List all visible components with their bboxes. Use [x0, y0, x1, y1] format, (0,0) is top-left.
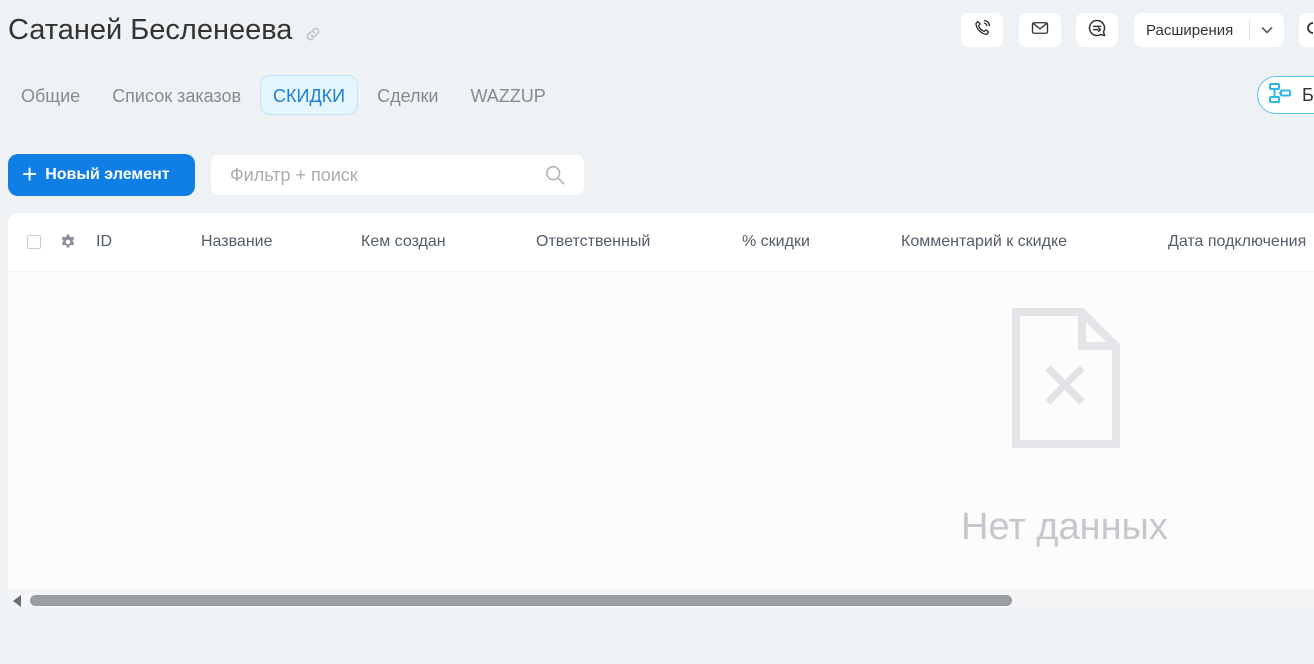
- scroll-thumb[interactable]: [30, 595, 1012, 606]
- grid-body: Нет данных: [8, 272, 1314, 590]
- business-process-icon: [1268, 82, 1292, 109]
- crm-entity-page: Сатаней Бесленеева Расширения Общие Спис…: [0, 0, 1314, 664]
- page-title: Сатаней Бесленеева: [8, 14, 322, 47]
- tab-wazzup[interactable]: WAZZUP: [457, 75, 558, 115]
- plus-icon: +: [22, 159, 38, 189]
- extensions-label: Расширения: [1146, 21, 1234, 39]
- filter-search[interactable]: [211, 155, 584, 195]
- new-element-label: Новый элемент: [45, 166, 170, 183]
- business-process-label: Б: [1302, 84, 1314, 105]
- tab-general[interactable]: Общие: [8, 75, 93, 115]
- empty-document-icon: [1010, 308, 1122, 455]
- column-connection-date[interactable]: Дата подключения: [1168, 233, 1306, 251]
- column-name[interactable]: Название: [201, 233, 273, 251]
- chevron-down-icon[interactable]: [1250, 26, 1284, 34]
- column-created-by[interactable]: Кем создан: [361, 233, 446, 251]
- entity-tabs: Общие Список заказов СКИДКИ Сделки WAZZU…: [8, 75, 565, 115]
- link-icon[interactable]: [304, 25, 322, 43]
- column-id[interactable]: ID: [96, 233, 112, 251]
- email-button[interactable]: [1019, 13, 1061, 47]
- search-input[interactable]: [211, 163, 532, 187]
- column-discount-comment[interactable]: Комментарий к скидке: [901, 233, 1067, 251]
- column-responsible[interactable]: Ответственный: [536, 233, 650, 251]
- more-tools-button[interactable]: [1299, 13, 1314, 47]
- extensions-button[interactable]: Расширения: [1134, 13, 1284, 47]
- chat-button[interactable]: [1076, 13, 1118, 47]
- scroll-left-arrow-icon[interactable]: [13, 595, 21, 607]
- new-element-button[interactable]: + Новый элемент: [8, 154, 195, 196]
- select-all-checkbox[interactable]: [27, 235, 41, 249]
- column-discount-percent[interactable]: % скидки: [742, 233, 810, 251]
- gear-icon[interactable]: [59, 233, 77, 256]
- grid-header: ID Название Кем создан Ответственный % с…: [8, 213, 1314, 272]
- discounts-grid: ID Название Кем создан Ответственный % с…: [8, 213, 1314, 609]
- tab-deals[interactable]: Сделки: [364, 75, 451, 115]
- horizontal-scrollbar[interactable]: [8, 590, 1314, 609]
- partial-icon: [1305, 21, 1314, 40]
- chat-icon: [1087, 18, 1107, 43]
- mail-icon: [1031, 20, 1049, 41]
- business-process-button[interactable]: Б: [1257, 76, 1314, 114]
- call-button[interactable]: [961, 13, 1003, 47]
- phone-icon: [973, 19, 991, 42]
- search-icon[interactable]: [544, 164, 566, 191]
- page-title-text: Сатаней Бесленеева: [8, 14, 293, 46]
- tab-discounts[interactable]: СКИДКИ: [260, 75, 359, 115]
- tab-orders-list[interactable]: Список заказов: [99, 75, 254, 115]
- empty-state-text: Нет данных: [961, 506, 1168, 548]
